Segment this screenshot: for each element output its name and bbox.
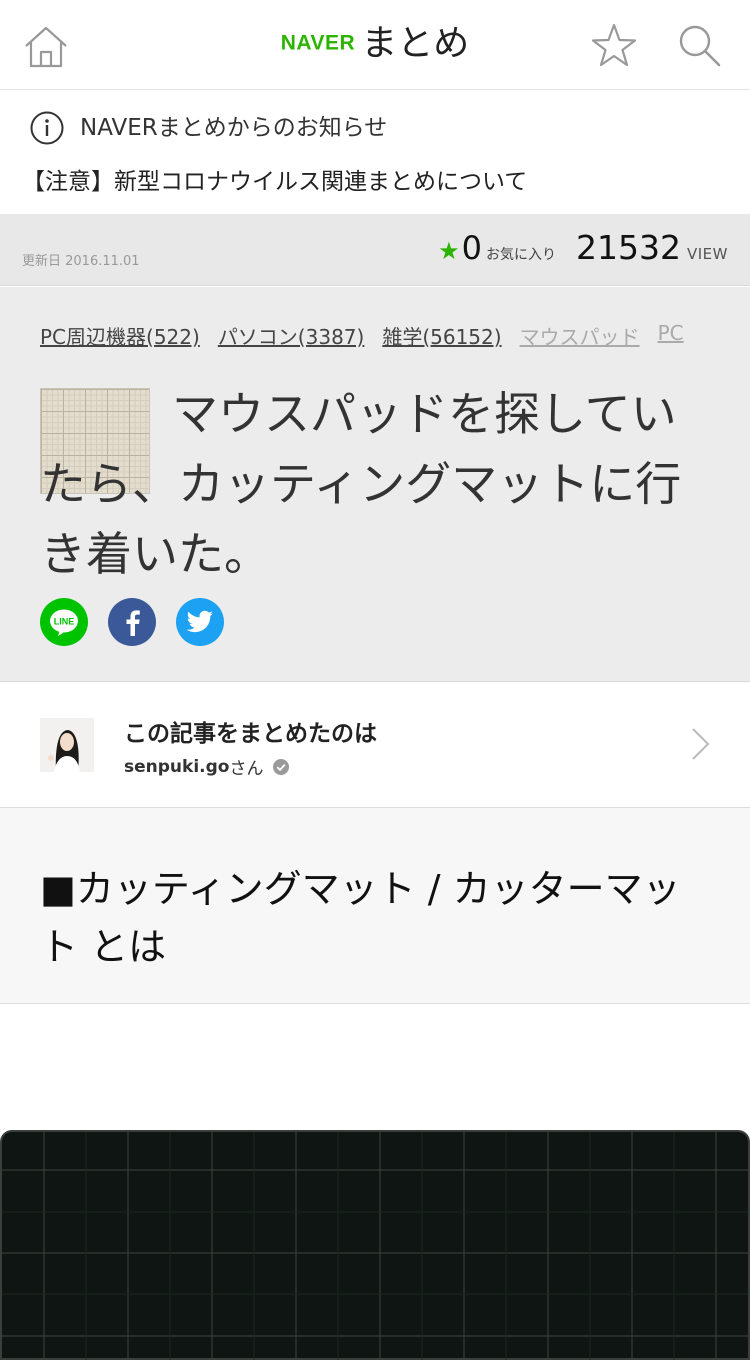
stats: ★ 0 お気に入り 21532 VIEW (438, 228, 728, 272)
content-section: ■カッティングマット / カッターマット とは (0, 808, 750, 1004)
avatar (40, 718, 94, 772)
notice-link[interactable]: 【注意】新型コロナウイルス関連まとめについて (22, 165, 527, 199)
meta-bar: 更新日 2016.11.01 ★ 0 お気に入り 21532 VIEW (0, 214, 750, 286)
verified-check-icon (273, 758, 290, 775)
share-twitter-button[interactable] (176, 598, 224, 646)
article-title: マウスパッドを探していたら、カッティングマットに行き着いた。 (40, 379, 720, 589)
tag-item[interactable]: 雑学(56152) (382, 321, 501, 350)
share-facebook-button[interactable] (108, 598, 156, 646)
facebook-icon (126, 610, 140, 636)
line-icon: LINE (50, 609, 78, 636)
tag-list: PC周辺機器(522) パソコン(3387) 雑学(56152) マウスパッド … (40, 321, 684, 350)
view-count: 21532 (576, 228, 681, 267)
author-name[interactable]: senpuki.go さん (124, 754, 290, 779)
notice-title: NAVERまとめからのお知らせ (80, 115, 388, 141)
notice-section: NAVERまとめからのお知らせ 【注意】新型コロナウイルス関連まとめについて (0, 91, 750, 214)
tag-item[interactable]: パソコン(3387) (218, 321, 365, 350)
author-row[interactable]: この記事をまとめたのは senpuki.go さん (0, 682, 750, 808)
info-icon (30, 111, 64, 145)
favorite-star-icon[interactable]: ★ (438, 237, 460, 265)
title-indent (40, 429, 172, 430)
twitter-icon (186, 610, 213, 633)
article-header: PC周辺機器(522) パソコン(3387) 雑学(56152) マウスパッド … (0, 287, 750, 682)
cutting-mat-image (0, 1130, 750, 1360)
share-buttons: LINE (40, 598, 224, 646)
favorite-label: お気に入り (486, 247, 557, 263)
article-title-text: マウスパッドを探していたら、カッティングマットに行き着いた。 (40, 387, 682, 581)
author-honorific: さん (229, 759, 264, 779)
view-label: VIEW (687, 245, 728, 263)
tag-item[interactable]: PC (658, 321, 684, 350)
tag-item[interactable]: PC周辺機器(522) (40, 321, 200, 350)
author-username: senpuki.go (124, 756, 230, 777)
chevron-right-icon[interactable] (690, 726, 712, 762)
search-icon[interactable] (676, 22, 724, 70)
favorite-count: 0 (461, 229, 483, 267)
app-header: NAVER まとめ (0, 0, 750, 90)
section-heading: ■カッティングマット / カッターマット とは (40, 867, 681, 969)
updated-date: 更新日 2016.11.01 (22, 254, 140, 269)
tag-item[interactable]: マウスパッド (520, 321, 640, 350)
star-icon[interactable] (590, 22, 638, 70)
share-line-button[interactable]: LINE (40, 598, 88, 646)
author-label: この記事をまとめたのは (124, 721, 377, 747)
logo-matome-text: まとめ (361, 22, 470, 64)
image-block (0, 1004, 750, 1360)
mat-grid (2, 1132, 748, 1360)
line-icon-text: LINE (54, 617, 75, 627)
logo-naver-text: NAVER (280, 31, 356, 55)
